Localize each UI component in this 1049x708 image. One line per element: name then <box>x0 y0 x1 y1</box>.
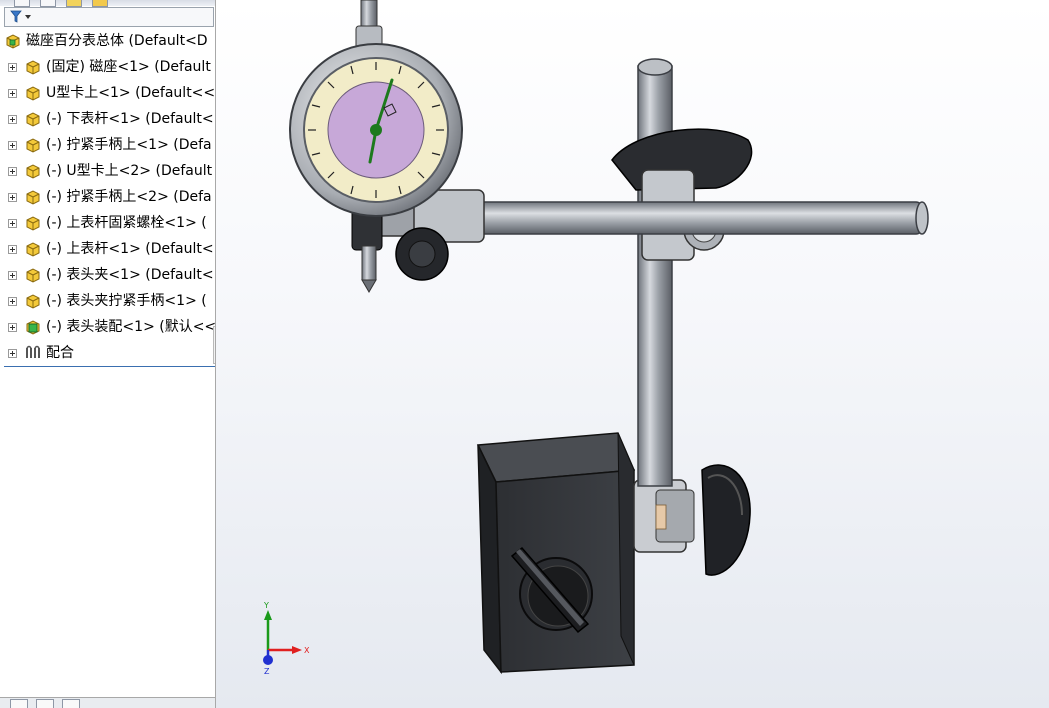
expand-toggle-icon[interactable] <box>8 271 17 280</box>
expand-toggle-icon[interactable] <box>8 323 17 332</box>
expand-toggle-icon[interactable] <box>8 349 17 358</box>
part-icon <box>26 86 40 101</box>
dimxpert-tab[interactable] <box>92 0 108 7</box>
tree-item[interactable]: (固定) 磁座<1> (Default <box>0 55 215 79</box>
part-icon <box>26 294 40 309</box>
tree-root-label: 磁座百分表总体 (Default<D <box>26 33 208 49</box>
mates-icon <box>26 345 40 358</box>
feature-tree-tab[interactable] <box>14 0 30 7</box>
part-icon <box>26 242 40 257</box>
assembly-icon <box>6 34 20 49</box>
magnetic-base[interactable] <box>476 432 636 675</box>
horizontal-rod[interactable] <box>455 201 923 235</box>
tree-item-label: 配合 <box>46 345 74 361</box>
tree-item[interactable]: (-) 拧紧手柄上<1> (Defa <box>0 133 215 157</box>
vertical-rod[interactable] <box>637 65 673 487</box>
bottom-tab-motion[interactable] <box>62 699 80 708</box>
tree-divider <box>4 366 215 367</box>
tree-item[interactable]: (-) 上表杆固紧螺栓<1> ( <box>0 211 215 235</box>
expand-toggle-icon[interactable] <box>8 297 17 306</box>
expand-toggle-icon[interactable] <box>8 219 17 228</box>
bottom-tab-model[interactable] <box>10 699 28 708</box>
feature-manager-panel: 磁座百分表总体 (Default<D (固定) 磁座<1> (Default U型… <box>0 0 216 708</box>
tree-root-assembly[interactable]: 磁座百分表总体 (Default<D <box>0 29 215 53</box>
expand-toggle-icon[interactable] <box>8 193 17 202</box>
subassembly-icon <box>26 320 40 335</box>
tree-item[interactable]: (-) U型卡上<2> (Default <box>0 159 215 183</box>
panel-top-tabs <box>0 0 215 7</box>
tree-item-label: (-) 下表杆<1> (Default< <box>46 111 214 127</box>
triad-z-label: Z <box>264 667 270 675</box>
part-icon <box>26 268 40 283</box>
tree-item[interactable]: (-) 表头装配<1> (默认<< <box>0 315 215 339</box>
base-clamp-knob[interactable] <box>701 464 751 576</box>
tree-item-label: U型卡上<1> (Default<< <box>46 85 216 101</box>
triad-y-label: Y <box>263 601 269 610</box>
part-icon <box>26 112 40 127</box>
tree-item-label: (-) U型卡上<2> (Default <box>46 163 213 179</box>
tree-item[interactable]: (-) 表头夹拧紧手柄<1> ( <box>0 289 215 313</box>
expand-toggle-icon[interactable] <box>8 167 17 176</box>
bottom-tab-3d-views[interactable] <box>36 699 54 708</box>
tree-item-label: (-) 拧紧手柄上<2> (Defa <box>46 189 212 205</box>
expand-toggle-icon[interactable] <box>8 89 17 98</box>
graphics-viewport[interactable]: Y X Z <box>216 0 1049 708</box>
expand-toggle-icon[interactable] <box>8 245 17 254</box>
tree-item-label: (-) 表头夹<1> (Default< <box>46 267 214 283</box>
coordinate-triad: Y X Z <box>263 601 310 675</box>
part-icon <box>26 164 40 179</box>
tree-item[interactable]: U型卡上<1> (Default<< <box>0 81 215 105</box>
part-icon <box>26 190 40 205</box>
panel-bottom-tabs <box>0 697 215 708</box>
tree-item-label: (-) 上表杆<1> (Default< <box>46 241 214 257</box>
triad-x-label: X <box>304 646 310 655</box>
part-icon <box>26 216 40 231</box>
part-icon <box>26 138 40 153</box>
tree-item[interactable]: (-) 表头夹<1> (Default< <box>0 263 215 287</box>
tree-item-label: (-) 表头装配<1> (默认<< <box>46 319 216 335</box>
upper-clamp[interactable] <box>611 128 753 261</box>
tree-filter-bar[interactable] <box>4 7 214 27</box>
filter-funnel-icon[interactable] <box>9 10 33 24</box>
tree-item-label: (-) 拧紧手柄上<1> (Defa <box>46 137 212 153</box>
tree-item[interactable]: (-) 上表杆<1> (Default< <box>0 237 215 261</box>
tree-item[interactable]: (-) 拧紧手柄上<2> (Defa <box>0 185 215 209</box>
expand-toggle-icon[interactable] <box>8 63 17 72</box>
property-manager-tab[interactable] <box>40 0 56 7</box>
expand-toggle-icon[interactable] <box>8 141 17 150</box>
part-icon <box>26 60 40 75</box>
configuration-manager-tab[interactable] <box>66 0 82 7</box>
tree-item[interactable]: 配合 <box>0 341 215 365</box>
tree-item-label: (-) 上表杆固紧螺栓<1> ( <box>46 215 207 231</box>
dial-gauge[interactable] <box>289 0 463 217</box>
tree-item[interactable]: (-) 下表杆<1> (Default< <box>0 107 215 131</box>
tree-item-label: (固定) 磁座<1> (Default <box>46 59 211 75</box>
expand-toggle-icon[interactable] <box>8 115 17 124</box>
tree-item-label: (-) 表头夹拧紧手柄<1> ( <box>46 293 207 309</box>
magnetic-dial-indicator-model[interactable] <box>216 0 1049 708</box>
